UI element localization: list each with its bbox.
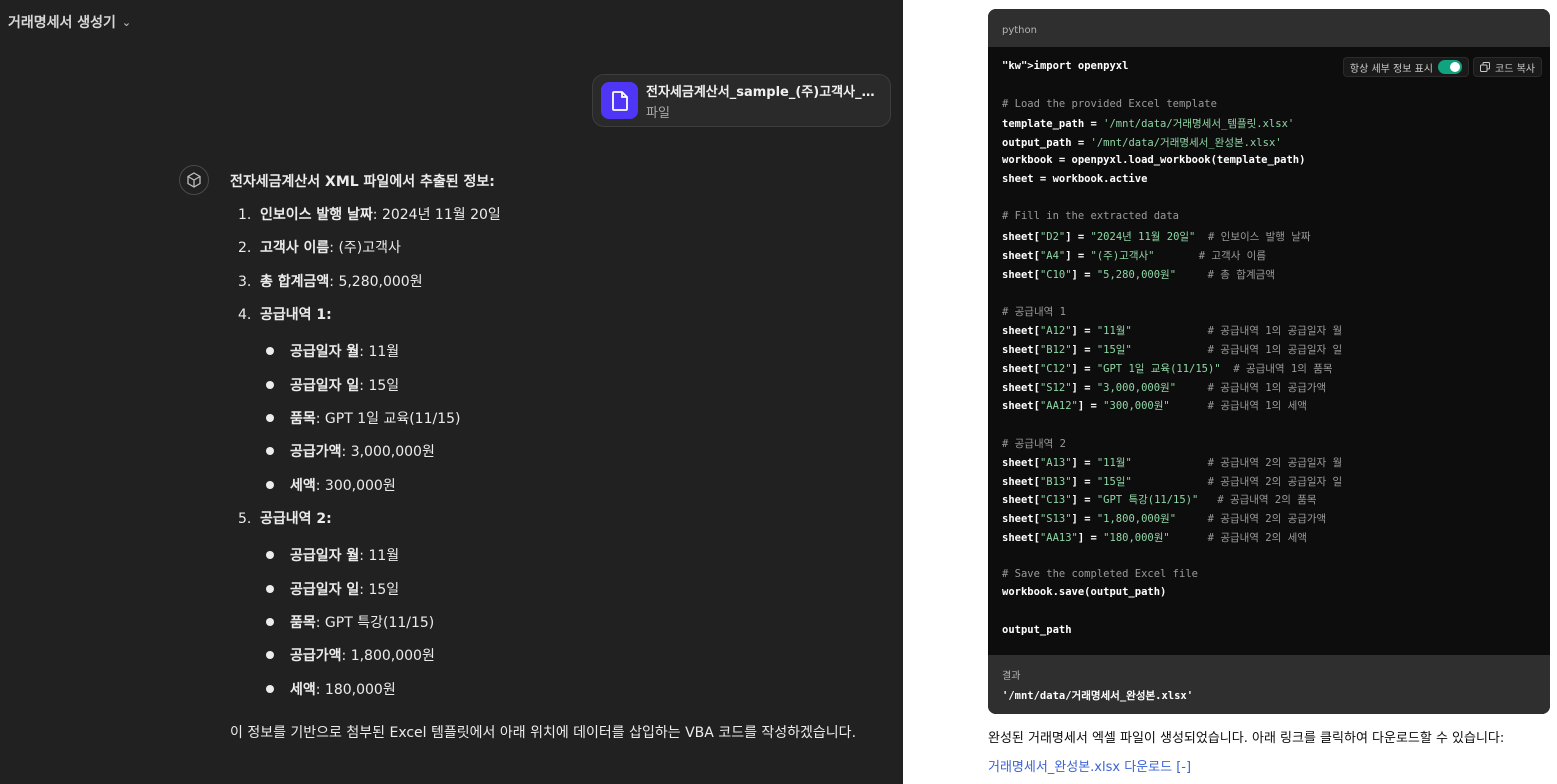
code-line: sheet["A4"] = "(주)고객사" # 고객사 이름	[1002, 250, 1266, 262]
code-line: workbook = openpyxl.load_workbook(templa…	[1002, 154, 1306, 166]
conversation-title: 거래명세서 생성기	[8, 15, 116, 31]
code-content: "kw">import openpyxl # Load the provided …	[988, 47, 1550, 655]
code-line: "kw">import openpyxl	[1002, 60, 1129, 72]
document-icon	[601, 82, 638, 119]
list-item: 품목: GPT 특강(11/15)	[266, 613, 434, 633]
code-line: sheet["C13"] = "GPT 특강(11/15)" # 공급내역 2의…	[1002, 494, 1317, 507]
list-item: 공급가액: 1,800,000원	[266, 646, 435, 666]
list-item: 공급일자 월: 11월	[266, 342, 399, 362]
conversation-title-menu[interactable]: 거래명세서 생성기 ⌄	[8, 12, 131, 32]
list-item: 품목: GPT 1일 교육(11/15)	[266, 409, 461, 429]
list-item: 1. 인보이스 발행 날짜: 2024년 11월 20일	[238, 207, 501, 223]
list-item: 공급가액: 3,000,000원	[266, 442, 435, 462]
code-line: sheet["B12"] = "15일" # 공급내역 1의 공급일자 일	[1002, 344, 1343, 356]
chevron-down-icon: ⌄	[121, 15, 132, 29]
code-line: sheet["A13"] = "11월" # 공급내역 2의 공급일자 월	[1002, 456, 1343, 469]
chat-panel: 거래명세서 생성기 ⌄ 전자세금계산서_sample_(주)고객사_2... 파…	[0, 0, 903, 784]
attached-file-card[interactable]: 전자세금계산서_sample_(주)고객사_2... 파일	[592, 74, 891, 127]
download-link[interactable]: 거래명세서_완성본.xlsx 다운로드 [-]	[988, 756, 1191, 775]
list-item: 공급일자 월: 11월	[266, 546, 399, 566]
code-line: sheet["AA13"] = "180,000원" # 공급내역 2의 세액	[1002, 532, 1307, 544]
list-item: 공급일자 일: 15일	[266, 580, 399, 600]
code-line: output_path	[1002, 624, 1072, 636]
code-line: # Fill in the extracted data	[1002, 210, 1180, 223]
assistant-avatar-icon	[179, 165, 209, 195]
code-line: # 공급내역 1	[1002, 306, 1066, 319]
file-type: 파일	[646, 105, 670, 121]
list-item: 5. 공급내역 2:	[238, 511, 332, 527]
code-line: sheet = workbook.active	[1002, 172, 1148, 185]
code-line: sheet["AA12"] = "300,000원" # 공급내역 1의 세액	[1002, 400, 1307, 413]
code-line: # 공급내역 2	[1002, 438, 1066, 450]
file-name: 전자세금계산서_sample_(주)고객사_2...	[646, 84, 878, 100]
message-heading: 전자세금계산서 XML 파일에서 추출된 정보:	[230, 174, 495, 190]
code-line: sheet["S12"] = "3,000,000원" # 공급내역 1의 공급…	[1002, 381, 1327, 394]
code-line: sheet["A12"] = "11월" # 공급내역 1의 공급일자 월	[1002, 325, 1343, 338]
list-item: 공급일자 일: 15일	[266, 376, 399, 396]
code-line: # Save the completed Excel file	[1002, 567, 1198, 580]
code-line: output_path = '/mnt/data/거래명세서_완성본.xlsx'	[1002, 137, 1282, 150]
list-item: 세액: 300,000원	[266, 476, 396, 496]
code-line: sheet["C12"] = "GPT 1일 교육(11/15)" # 공급내역…	[1002, 362, 1333, 375]
result-value: '/mnt/data/거래명세서_완성본.xlsx'	[1002, 690, 1194, 702]
code-line: sheet["D2"] = "2024년 11월 20일" # 인보이스 발행 …	[1002, 231, 1311, 244]
code-line: sheet["S13"] = "1,800,000원" # 공급내역 2의 공급…	[1002, 513, 1327, 526]
code-line: sheet["B13"] = "15일" # 공급내역 2의 공급일자 일	[1002, 475, 1343, 488]
list-item: 2. 고객사 이름: (주)고객사	[238, 240, 401, 256]
analysis-panel: python 항상 세부 정보 표시 코드 복사 "kw">import ope…	[903, 0, 1557, 784]
list-item: 세액: 180,000원	[266, 680, 396, 700]
result-label: 결과	[1002, 671, 1021, 682]
list-item: 4. 공급내역 1:	[238, 307, 332, 323]
code-line: template_path = '/mnt/data/거래명세서_템플릿.xls…	[1002, 118, 1295, 131]
code-line: # Load the provided Excel template	[1002, 97, 1217, 110]
code-line: sheet["C10"] = "5,280,000원" # 총 합계금액	[1002, 268, 1275, 281]
code-block: python 항상 세부 정보 표시 코드 복사 "kw">import ope…	[988, 9, 1550, 714]
list-item: 3. 총 합계금액: 5,280,000원	[238, 274, 423, 290]
execution-result: 결과 '/mnt/data/거래명세서_완성본.xlsx'	[988, 655, 1550, 714]
completion-message: 완성된 거래명세서 엑셀 파일이 생성되었습니다. 아래 링크를 클릭하여 다운…	[988, 731, 1505, 746]
message-paragraph: 이 정보를 기반으로 첨부된 Excel 템플릿에서 아래 위치에 데이터를 삽…	[230, 725, 857, 741]
code-language-label: python	[988, 9, 1550, 47]
code-line: workbook.save(output_path)	[1002, 586, 1167, 599]
